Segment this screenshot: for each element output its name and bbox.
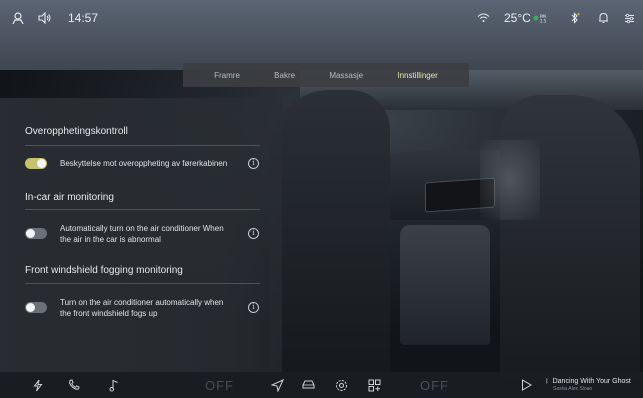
status-bar: 14:57 25°C PM 2.5 (0, 0, 643, 36)
windshield-fog-label: Turn on the air conditioner automaticall… (60, 297, 223, 319)
gear-icon[interactable] (335, 372, 348, 398)
center-console (400, 225, 490, 345)
info-icon[interactable]: i (248, 302, 259, 313)
song-title: Dancing With Your Ghost (552, 377, 631, 385)
seat-tabs: Framre Bakre Massasje Innstillinger (183, 63, 469, 87)
right-seat (500, 95, 640, 385)
divider (25, 145, 260, 146)
apps-grid-icon[interactable] (368, 372, 381, 398)
left-climate-off[interactable]: OFF (205, 372, 234, 398)
seat-highlight (480, 140, 540, 220)
play-icon[interactable] (521, 372, 532, 398)
windshield-fog-label-line1: Turn on the air conditioner automaticall… (60, 298, 224, 307)
clock: 14:57 (68, 11, 99, 25)
air-monitoring-label-line2: the air in the car is abnormal (60, 235, 161, 244)
song-artist: Sasha Alex Sloan (553, 385, 593, 392)
divider (25, 209, 260, 210)
music-icon[interactable] (109, 372, 119, 398)
toggle-knob (37, 159, 46, 168)
cabin-overheat-toggle[interactable] (25, 158, 47, 169)
air-monitoring-label: Automatically turn on the air conditione… (60, 223, 224, 245)
phone-icon[interactable] (68, 372, 80, 398)
windshield-fog-section-title: Front windshield fogging monitoring (25, 265, 183, 276)
air-monitoring-toggle[interactable] (25, 228, 47, 239)
navigation-icon[interactable] (271, 372, 284, 398)
now-playing[interactable]: ᛒ Dancing With Your Ghost Sasha Alex Slo… (545, 372, 631, 398)
bottom-dock: OFF OFF ᛒ Dancing With Your Ghost Sasha … (0, 372, 643, 398)
air-monitoring-label-line1: Automatically turn on the air conditione… (60, 224, 224, 233)
notification-bell-icon[interactable] (598, 0, 609, 36)
user-icon[interactable] (12, 0, 24, 36)
wifi-icon (477, 0, 490, 36)
cabin-overheat-label: Beskyttelse mot overoppheting av førerka… (60, 159, 228, 168)
tab-bakre[interactable]: Bakre (274, 71, 295, 80)
settings-sliders-icon[interactable] (624, 0, 635, 36)
settings-panel: Overopphetingskontroll Beskyttelse mot o… (0, 98, 282, 372)
volume-icon[interactable] (38, 0, 52, 36)
bluetooth-small-icon: ᛒ (545, 378, 549, 385)
overheat-section-title: Overopphetingskontroll (25, 126, 128, 137)
temperature: 25°C (504, 11, 531, 25)
info-icon[interactable]: i (248, 228, 259, 239)
windshield-fog-label-line2: the front windshield fogs up (60, 309, 158, 318)
bluetooth-icon (570, 0, 580, 36)
toggle-knob (26, 229, 35, 238)
tab-framre[interactable]: Framre (214, 71, 240, 80)
tab-innstillinger[interactable]: Innstillinger (397, 71, 437, 80)
air-quality-icon: PM 2.5 (533, 0, 549, 36)
toggle-knob (26, 303, 35, 312)
svg-text:2.5: 2.5 (540, 19, 547, 24)
left-seat (270, 90, 390, 380)
right-climate-off[interactable]: OFF (420, 372, 449, 398)
info-icon[interactable]: i (248, 158, 259, 169)
tab-massasje[interactable]: Massasje (329, 71, 363, 80)
energy-icon[interactable] (33, 372, 43, 398)
car-icon[interactable] (301, 372, 316, 398)
divider (25, 283, 260, 284)
windshield-fog-toggle[interactable] (25, 302, 47, 313)
air-monitoring-section-title: In-car air monitoring (25, 192, 114, 203)
